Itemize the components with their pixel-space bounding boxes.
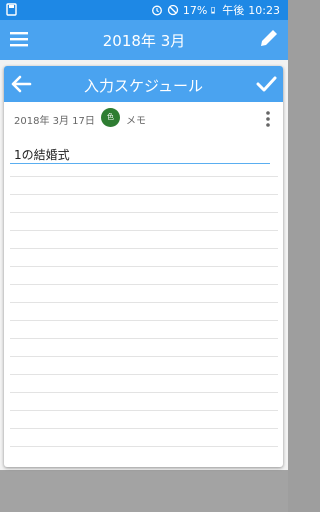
note-line	[10, 302, 278, 303]
alarm-icon	[151, 5, 162, 16]
note-line	[10, 266, 278, 267]
status-icons: 17% 午後 10:23	[151, 0, 280, 20]
app-bar: 2018年 3月	[0, 20, 288, 60]
battery-percent: 17%	[182, 3, 208, 17]
battery-icon	[211, 7, 216, 14]
clock: 10:23	[248, 3, 280, 17]
schedule-date[interactable]: 2018年 3月 17日	[14, 112, 95, 127]
dialog-title: 入力スケジュール	[84, 77, 203, 95]
memo-label[interactable]: メモ	[126, 112, 146, 127]
color-chip[interactable]: 色	[101, 108, 120, 127]
note-line	[10, 410, 278, 411]
note-line	[10, 284, 278, 285]
note-line	[10, 392, 278, 393]
note-line	[10, 230, 278, 231]
status-bar: 17% 午後 10:23	[0, 0, 288, 20]
note-line	[10, 446, 278, 447]
note-line	[10, 338, 278, 339]
note-area[interactable]	[10, 170, 278, 460]
save-icon	[6, 3, 17, 16]
more-vert-icon[interactable]	[265, 110, 271, 128]
do-not-disturb-icon	[167, 4, 178, 16]
note-line	[10, 356, 278, 357]
note-line	[10, 176, 278, 177]
note-line	[10, 212, 278, 213]
note-line	[10, 248, 278, 249]
check-icon[interactable]	[255, 73, 277, 95]
month-title: 2018年 3月	[102, 32, 186, 50]
note-line	[10, 374, 278, 375]
calendar-footer	[0, 470, 288, 512]
schedule-meta-row: 2018年 3月 17日 色 メモ	[4, 102, 283, 136]
ampm: 午後	[222, 4, 245, 17]
note-line	[10, 428, 278, 429]
note-line	[10, 320, 278, 321]
pencil-icon[interactable]	[258, 27, 280, 49]
note-line	[10, 194, 278, 195]
schedule-title-input[interactable]	[10, 146, 270, 164]
dialog-header: 入力スケジュール	[4, 66, 283, 102]
schedule-input-dialog: 入力スケジュール 2018年 3月 17日 色 メモ	[4, 66, 283, 467]
